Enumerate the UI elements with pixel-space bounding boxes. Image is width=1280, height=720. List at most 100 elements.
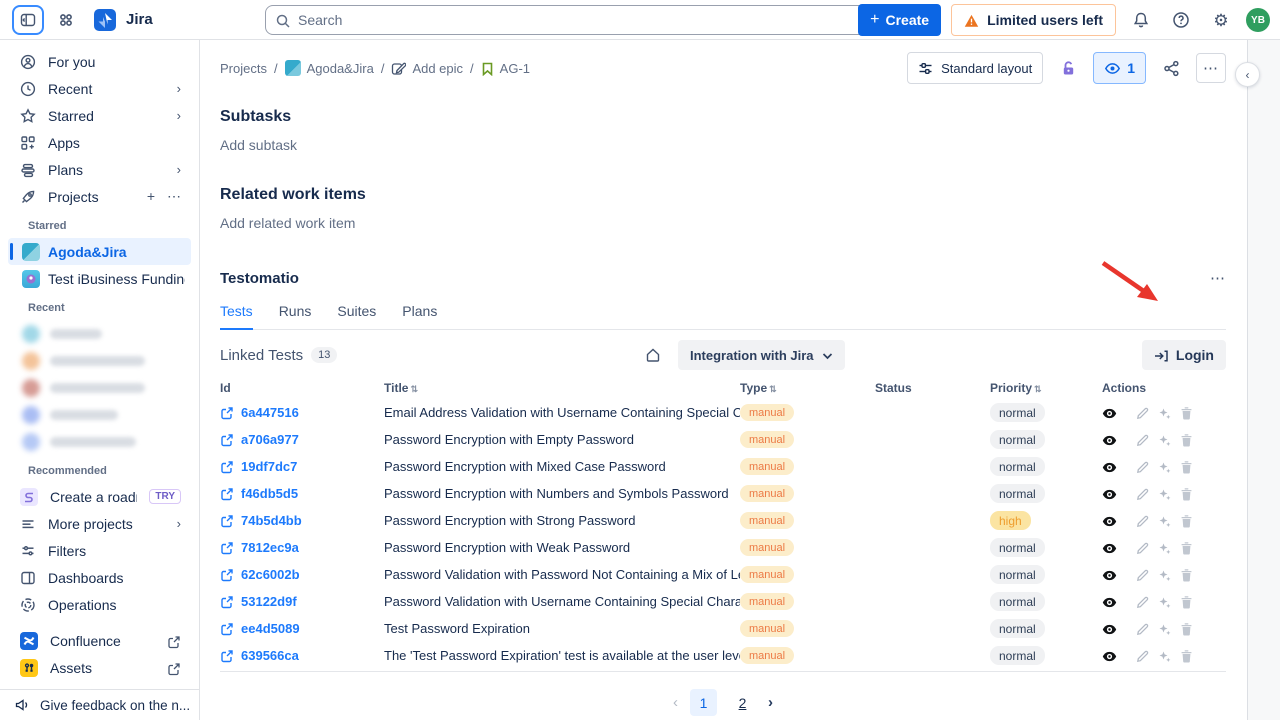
watchers-button[interactable]: 1 — [1093, 52, 1146, 84]
test-id-link[interactable]: 74b5d4bb — [220, 513, 384, 529]
create-button[interactable]: + Create — [858, 4, 941, 36]
avatar[interactable]: YB — [1246, 8, 1270, 32]
ai-sparkle-button[interactable] — [1158, 486, 1171, 501]
test-id-link[interactable]: ee4d5089 — [220, 621, 384, 637]
standard-layout-button[interactable]: Standard layout — [907, 52, 1043, 84]
sidebar-item-dashboards[interactable]: Dashboards — [6, 564, 193, 591]
ai-sparkle-button[interactable] — [1158, 648, 1171, 663]
edit-test-button[interactable] — [1136, 459, 1149, 474]
breadcrumb-project[interactable]: Agoda&Jira — [285, 60, 374, 76]
edit-test-button[interactable] — [1136, 513, 1149, 528]
col-header-type[interactable]: Type⇅ — [740, 381, 875, 395]
projects-more-icon[interactable]: ⋯ — [167, 188, 181, 205]
view-test-button[interactable] — [1102, 432, 1117, 447]
delete-test-button[interactable] — [1180, 432, 1193, 447]
page-prev-button[interactable]: ‹ — [673, 694, 678, 711]
help-button[interactable] — [1166, 5, 1196, 35]
edit-test-button[interactable] — [1136, 540, 1149, 555]
testomatio-more-button[interactable]: ⋯ — [1210, 269, 1226, 287]
sidebar-item-filters[interactable]: Filters — [6, 537, 193, 564]
col-header-title[interactable]: Title⇅ — [384, 381, 740, 395]
delete-test-button[interactable] — [1180, 513, 1193, 528]
recent-item-blurred[interactable] — [0, 428, 199, 455]
delete-test-button[interactable] — [1180, 486, 1193, 501]
delete-test-button[interactable] — [1180, 567, 1193, 582]
col-header-priority[interactable]: Priority⇅ — [990, 381, 1102, 395]
sidebar-item-assets[interactable]: Assets — [6, 654, 193, 681]
view-test-button[interactable] — [1102, 405, 1117, 420]
ai-sparkle-button[interactable] — [1158, 567, 1171, 582]
page-2-button[interactable]: 2 — [729, 689, 756, 716]
sidebar-item-plans[interactable]: Plans › — [6, 156, 193, 183]
give-feedback-button[interactable]: Give feedback on the n... — [0, 689, 199, 720]
recent-item-blurred[interactable] — [0, 374, 199, 401]
add-subtask-button[interactable]: Add subtask — [220, 137, 1226, 153]
ai-sparkle-button[interactable] — [1158, 540, 1171, 555]
recent-item-blurred[interactable] — [0, 401, 199, 428]
tab-suites[interactable]: Suites — [337, 303, 376, 329]
sidebar-item-for-you[interactable]: For you — [6, 48, 193, 75]
delete-test-button[interactable] — [1180, 405, 1193, 420]
sidebar-item-starred[interactable]: Starred › — [6, 102, 193, 129]
integration-dropdown[interactable]: Integration with Jira — [678, 340, 845, 370]
delete-test-button[interactable] — [1180, 594, 1193, 609]
view-test-button[interactable] — [1102, 594, 1117, 609]
sidebar-item-apps[interactable]: Apps — [6, 129, 193, 156]
share-button[interactable] — [1156, 53, 1186, 83]
tab-runs[interactable]: Runs — [279, 303, 312, 329]
recent-item-blurred[interactable] — [0, 347, 199, 374]
test-id-link[interactable]: a706a977 — [220, 432, 384, 448]
search-input[interactable] — [265, 5, 920, 35]
limited-users-button[interactable]: Limited users left — [951, 4, 1116, 36]
delete-test-button[interactable] — [1180, 540, 1193, 555]
test-id-link[interactable]: 639566ca — [220, 648, 384, 664]
ai-sparkle-button[interactable] — [1158, 405, 1171, 420]
ai-sparkle-button[interactable] — [1158, 621, 1171, 636]
sidebar-project-agoda-jira[interactable]: Agoda&Jira — [8, 238, 191, 265]
ai-sparkle-button[interactable] — [1158, 459, 1171, 474]
view-test-button[interactable] — [1102, 648, 1117, 663]
sidebar-item-confluence[interactable]: Confluence — [6, 627, 193, 654]
col-header-id[interactable]: Id — [220, 381, 384, 395]
sidebar-item-create-roadmap[interactable]: Create a roadmap TRY — [6, 483, 193, 510]
page-next-button[interactable]: › — [768, 694, 773, 711]
page-1-button[interactable]: 1 — [690, 689, 717, 716]
edit-test-button[interactable] — [1136, 567, 1149, 582]
unlock-button[interactable] — [1053, 53, 1083, 83]
home-button[interactable] — [642, 344, 664, 366]
test-id-link[interactable]: 7812ec9a — [220, 540, 384, 556]
edit-test-button[interactable] — [1136, 432, 1149, 447]
sidebar-item-more-projects[interactable]: More projects › — [6, 510, 193, 537]
delete-test-button[interactable] — [1180, 621, 1193, 636]
breadcrumb-projects[interactable]: Projects — [220, 61, 267, 76]
ai-sparkle-button[interactable] — [1158, 513, 1171, 528]
sidebar-item-operations[interactable]: Operations — [6, 591, 193, 618]
breadcrumb-issue[interactable]: AG-1 — [481, 60, 530, 76]
settings-button[interactable]: ⚙ — [1206, 5, 1236, 35]
view-test-button[interactable] — [1102, 513, 1117, 528]
sidebar-item-recent[interactable]: Recent › — [6, 75, 193, 102]
view-test-button[interactable] — [1102, 486, 1117, 501]
app-switcher-button[interactable] — [52, 6, 80, 34]
edit-test-button[interactable] — [1136, 648, 1149, 663]
tab-plans[interactable]: Plans — [402, 303, 437, 329]
notifications-button[interactable] — [1126, 5, 1156, 35]
sidebar-item-projects[interactable]: Projects + ⋯ — [6, 183, 193, 210]
login-button[interactable]: Login — [1142, 340, 1226, 370]
view-test-button[interactable] — [1102, 540, 1117, 555]
panel-collapse-button[interactable]: ‹ — [1235, 62, 1260, 87]
sidebar-project-ibusiness[interactable]: Test iBusiness Funding — [8, 265, 191, 292]
add-related-item-button[interactable]: Add related work item — [220, 215, 1226, 231]
add-project-icon[interactable]: + — [147, 188, 155, 205]
delete-test-button[interactable] — [1180, 648, 1193, 663]
view-test-button[interactable] — [1102, 459, 1117, 474]
tab-tests[interactable]: Tests — [220, 303, 253, 330]
ai-sparkle-button[interactable] — [1158, 594, 1171, 609]
test-id-link[interactable]: 53122d9f — [220, 594, 384, 610]
test-id-link[interactable]: f46db5d5 — [220, 486, 384, 502]
breadcrumb-add-epic[interactable]: Add epic — [391, 60, 463, 76]
more-actions-button[interactable]: ⋯ — [1196, 53, 1226, 83]
edit-test-button[interactable] — [1136, 594, 1149, 609]
ai-sparkle-button[interactable] — [1158, 432, 1171, 447]
edit-test-button[interactable] — [1136, 405, 1149, 420]
